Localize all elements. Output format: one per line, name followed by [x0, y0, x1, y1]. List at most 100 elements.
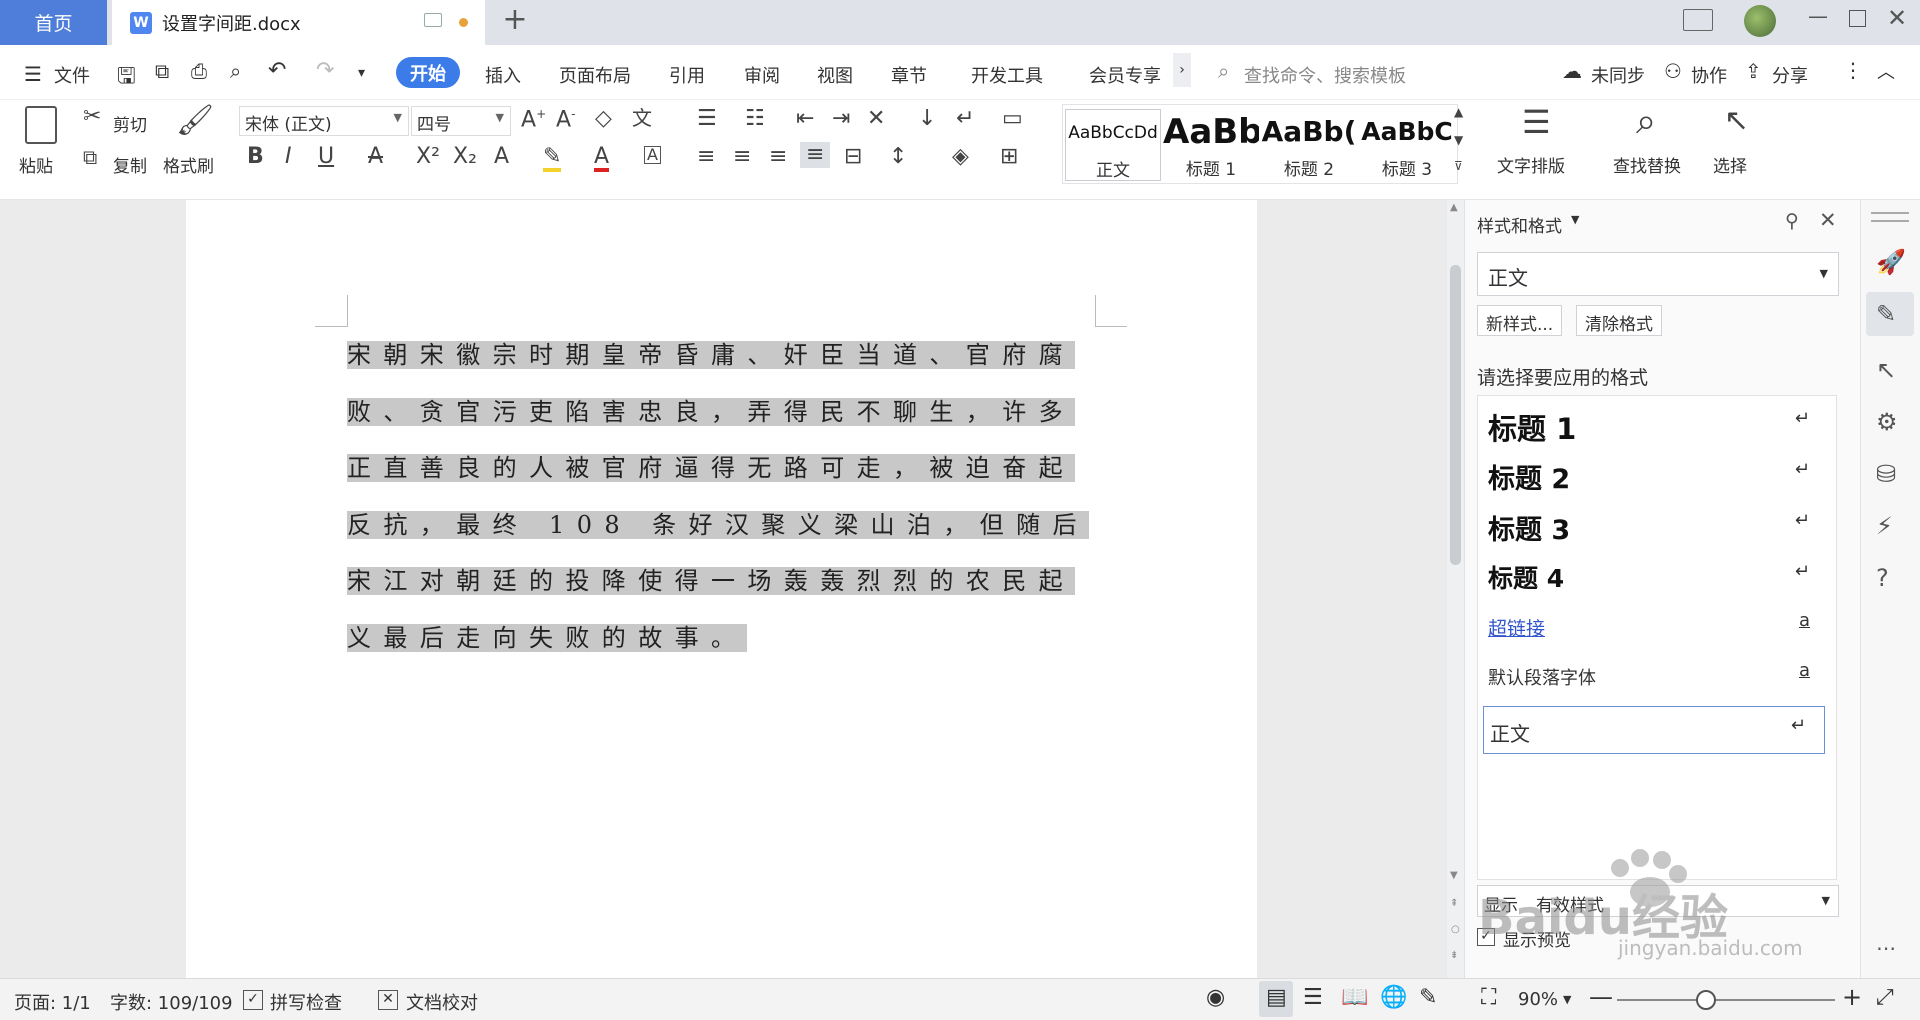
tabs-more-chevron-icon[interactable]: ›: [1173, 53, 1191, 87]
increase-font-icon[interactable]: A+: [521, 108, 546, 131]
select-cursor-icon[interactable]: ↖: [1876, 356, 1896, 384]
cursor-select-icon[interactable]: ↖: [1724, 106, 1749, 136]
rocket-icon[interactable]: 🚀: [1876, 248, 1906, 276]
close-panel-icon[interactable]: ✕: [1819, 208, 1837, 232]
tab-devtools[interactable]: 开发工具: [971, 62, 1043, 88]
collapse-ribbon-icon[interactable]: ︿: [1877, 58, 1895, 84]
style-pen-icon[interactable]: ✎: [1876, 300, 1896, 328]
sort-icon[interactable]: ↓: [918, 108, 936, 130]
more-horizontal-icon[interactable]: ⋯: [1876, 936, 1896, 960]
zoom-slider-thumb[interactable]: [1696, 990, 1716, 1010]
command-search-input[interactable]: 查找命令、搜索模板: [1244, 62, 1406, 88]
undo-icon[interactable]: ↶: [268, 58, 286, 83]
edit-pen-icon[interactable]: ✎: [1419, 985, 1437, 1010]
italic-icon[interactable]: I: [285, 146, 292, 168]
zoom-out-icon[interactable]: —: [1589, 983, 1613, 1011]
document-body-text[interactable]: 宋朝宋徽宗时期皇帝昏庸、奸臣当道、官府腐败、贪官污吏陷害忠良，弄得民不聊生，许多…: [347, 327, 1095, 666]
show-preview-label[interactable]: 显示预览: [1503, 926, 1571, 951]
strikethrough-icon[interactable]: A: [368, 146, 383, 168]
tab-file[interactable]: 文件: [54, 62, 90, 88]
list-item-heading3[interactable]: 标题 3: [1488, 508, 1570, 547]
more-options-icon[interactable]: ⋮: [1843, 58, 1863, 82]
font-size-select[interactable]: 四号 ▼: [411, 106, 511, 136]
style-heading-1[interactable]: AaBb 标题 1: [1163, 109, 1259, 181]
scroll-thumb[interactable]: [1450, 265, 1461, 565]
format-painter-icon[interactable]: 🖌: [176, 106, 214, 136]
spell-check-button[interactable]: 拼写检查: [270, 989, 342, 1015]
list-item-heading2[interactable]: 标题 2: [1488, 457, 1570, 496]
style-normal[interactable]: AaBbCcDd 正文: [1065, 109, 1161, 181]
web-view-icon[interactable]: 🌐: [1380, 985, 1407, 1010]
fit-page-icon[interactable]: ⛶: [1481, 985, 1496, 1010]
tab-page-layout[interactable]: 页面布局: [559, 62, 631, 88]
style-heading-3[interactable]: AaBbC 标题 3: [1359, 109, 1455, 181]
next-page-icon[interactable]: ⇟: [1450, 950, 1458, 961]
minimize-icon[interactable]: —: [1808, 4, 1828, 28]
restore-icon[interactable]: [1849, 10, 1866, 27]
bullet-list-icon[interactable]: ☰: [697, 108, 717, 130]
decrease-font-icon[interactable]: A-: [556, 108, 575, 131]
borders-icon[interactable]: ⊞: [1000, 146, 1018, 168]
show-filter-select[interactable]: 显示 有效样式 ▼: [1477, 885, 1839, 917]
search-icon[interactable]: ⌕: [1218, 59, 1229, 83]
gallery-up-icon[interactable]: ▲: [1454, 106, 1463, 118]
list-item-normal-selected[interactable]: 正文 ↵: [1483, 706, 1825, 754]
align-left-icon[interactable]: ≡: [697, 146, 715, 168]
tab-insert[interactable]: 插入: [485, 62, 521, 88]
font-name-select[interactable]: 宋体 (正文) ▼: [239, 106, 409, 136]
backup-icon[interactable]: ⛁: [1876, 460, 1896, 488]
selected-text[interactable]: 宋朝宋徽宗时期皇帝昏庸、奸臣当道、官府腐败、贪官污吏陷害忠良，弄得民不聊生，许多…: [347, 341, 1089, 652]
home-tab[interactable]: 首页: [0, 0, 107, 45]
settings-sliders-icon[interactable]: ⚙: [1876, 408, 1898, 436]
tab-start[interactable]: 开始: [396, 57, 460, 88]
prev-page-icon[interactable]: ⇞: [1450, 898, 1458, 909]
zoom-level[interactable]: 90%: [1518, 989, 1558, 1010]
find-replace-button[interactable]: 查找替换: [1613, 152, 1681, 177]
text-effect-icon[interactable]: A: [494, 146, 509, 168]
page-indicator[interactable]: 页面: 1/1: [14, 989, 91, 1015]
collaborate-button[interactable]: 协作: [1691, 62, 1727, 88]
save-icon[interactable]: 🖫: [117, 59, 136, 97]
help-icon[interactable]: ?: [1876, 564, 1889, 592]
unsynced-button[interactable]: 未同步: [1591, 62, 1645, 88]
word-count[interactable]: 字数: 109/109: [110, 989, 233, 1015]
list-item-heading1[interactable]: 标题 1: [1488, 406, 1576, 448]
tab-reference[interactable]: 引用: [669, 62, 705, 88]
phonetic-guide-icon[interactable]: 文: [632, 108, 652, 128]
tab-review[interactable]: 审阅: [744, 62, 780, 88]
eye-protection-icon[interactable]: ◉: [1206, 985, 1225, 1010]
user-avatar[interactable]: [1744, 5, 1776, 37]
text-layout-button[interactable]: 文字排版: [1497, 152, 1565, 177]
align-center-icon[interactable]: ≡: [733, 146, 751, 168]
justify-icon[interactable]: ≡: [800, 142, 831, 168]
list-item-heading4[interactable]: 标题 4: [1488, 559, 1564, 595]
zoom-slider-track[interactable]: [1617, 999, 1835, 1001]
proofread-button[interactable]: 文档校对: [406, 989, 478, 1015]
list-item-hyperlink[interactable]: 超链接: [1488, 614, 1545, 641]
redo-icon[interactable]: ↷: [316, 58, 334, 83]
print-preview-icon[interactable]: ⌕: [230, 59, 241, 83]
tab-member[interactable]: 会员专享: [1089, 62, 1161, 88]
document-tab[interactable]: W 设置字间距.docx: [112, 0, 485, 45]
vertical-scrollbar[interactable]: ▲ ▼ ⇞ ○ ⇟: [1447, 200, 1464, 978]
current-style-select[interactable]: 正文 ▼: [1477, 252, 1839, 296]
magnifier-icon[interactable]: ⌕: [1636, 104, 1656, 140]
zoom-in-icon[interactable]: +: [1842, 983, 1862, 1011]
highlight-icon[interactable]: ✎: [543, 146, 562, 172]
browse-object-icon[interactable]: ○: [1451, 924, 1460, 935]
format-painter-button[interactable]: 格式刷: [163, 152, 214, 177]
text-direction-icon[interactable]: ✕: [867, 108, 885, 130]
underline-icon[interactable]: U: [318, 146, 334, 168]
font-color-icon[interactable]: A: [594, 146, 610, 172]
decrease-indent-icon[interactable]: ⇤: [796, 108, 814, 130]
paste-icon[interactable]: [25, 106, 57, 144]
fullscreen-icon[interactable]: ⤢: [1876, 985, 1894, 1010]
new-tab-button[interactable]: +: [500, 5, 530, 36]
numbered-list-icon[interactable]: ☷: [745, 108, 765, 130]
text-layout-icon[interactable]: ☰: [1522, 106, 1551, 138]
ruler-icon[interactable]: ▭: [1002, 108, 1023, 130]
zoom-dropdown-icon[interactable]: ▼: [1563, 993, 1571, 1006]
tab-view[interactable]: 视图: [817, 62, 853, 88]
checkbox-checked-icon[interactable]: ✓: [1477, 928, 1495, 946]
style-heading-2[interactable]: AaBb( 标题 2: [1261, 109, 1357, 181]
